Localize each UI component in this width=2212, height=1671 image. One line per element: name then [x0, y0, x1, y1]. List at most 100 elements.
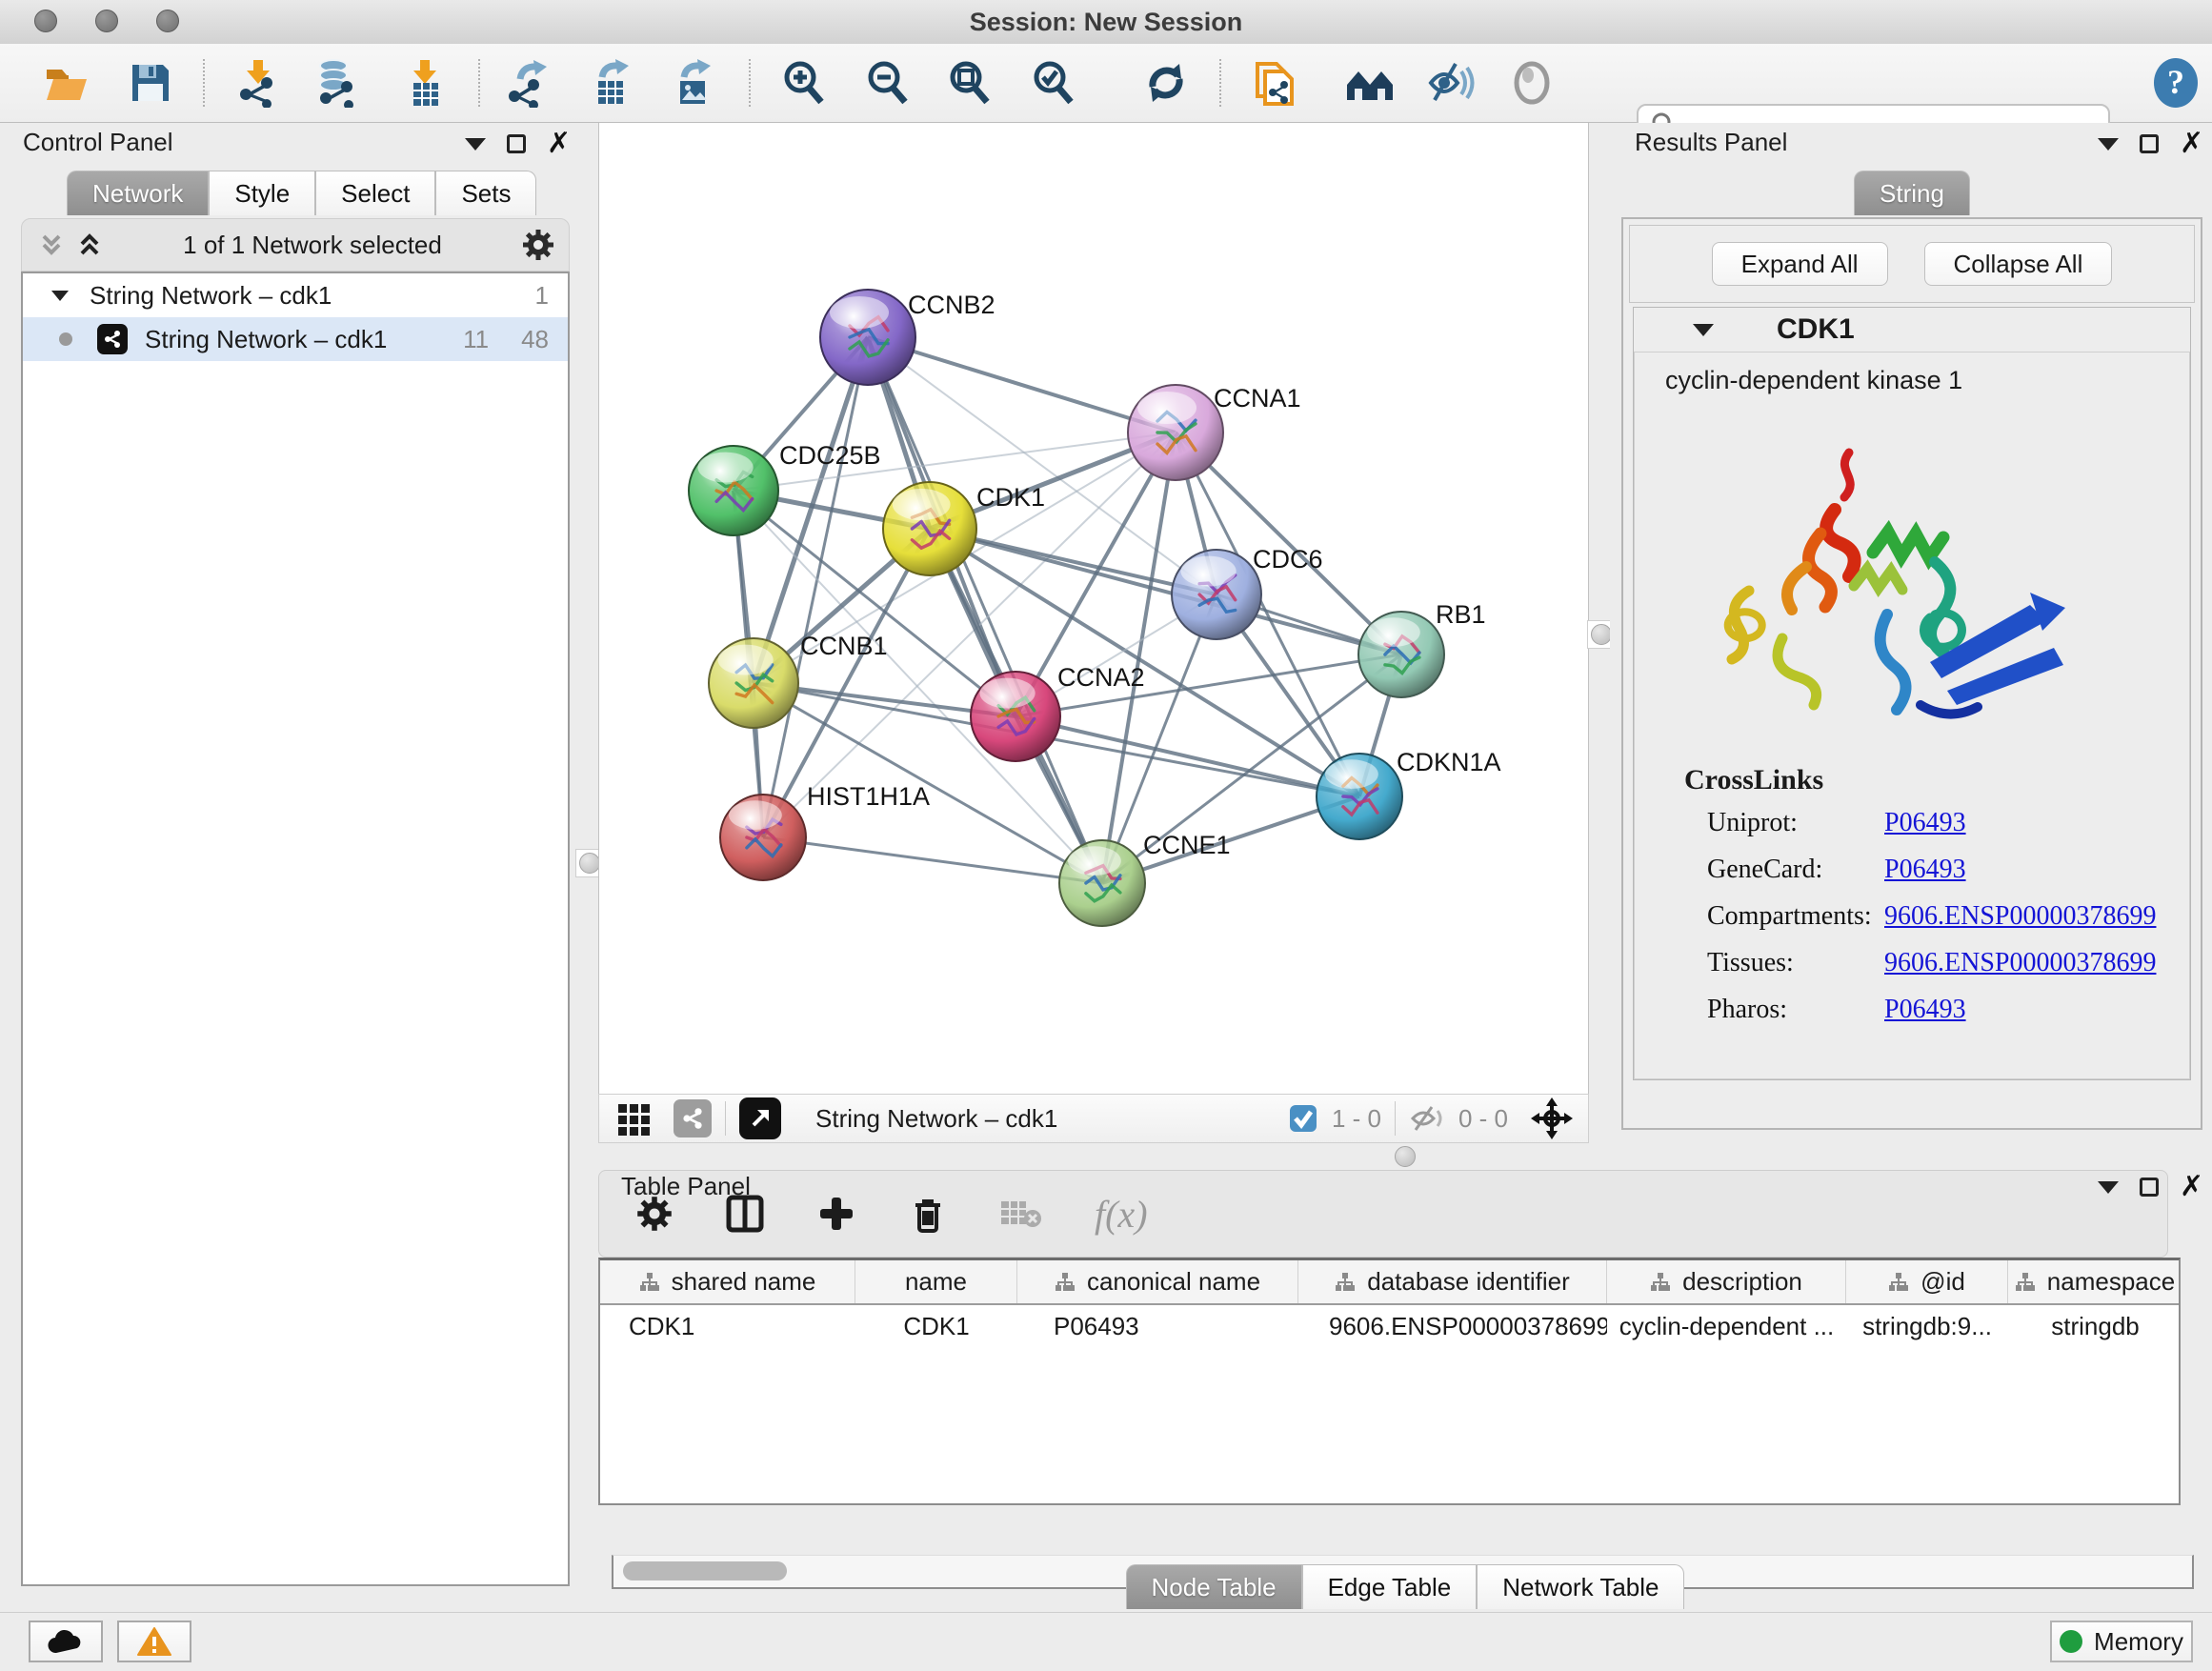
network-node-CDKN1A[interactable]: [1317, 754, 1402, 839]
birds-eye-grid-icon[interactable]: [616, 1100, 653, 1137]
panel-menu-icon[interactable]: [2098, 138, 2119, 151]
zoom-out-icon[interactable]: [861, 56, 915, 110]
network-canvas[interactable]: CCNB2CCNA1CDC25BCDK1CDC6RB1CCNB1CCNA2CDK…: [598, 123, 1589, 1094]
export-image-icon[interactable]: [667, 56, 720, 110]
column-header-name[interactable]: name: [855, 1260, 1017, 1303]
gene-section-header[interactable]: CDK1: [1634, 308, 2190, 352]
crosslink-value-link[interactable]: P06493: [1884, 995, 1966, 1025]
float-panel-icon[interactable]: [507, 134, 526, 153]
network-edge-CDK1-RB1[interactable]: [930, 529, 1401, 654]
selected-checkbox-icon[interactable]: [1288, 1103, 1318, 1134]
table-cell[interactable]: cyclin-dependent ...: [1607, 1312, 1846, 1341]
tab-style[interactable]: Style: [209, 171, 315, 215]
network-edge-HIST1H1A-CCNE1[interactable]: [763, 837, 1102, 883]
crosslink-value-link[interactable]: 9606.ENSP00000378699: [1884, 948, 2156, 978]
tab-select[interactable]: Select: [315, 171, 435, 215]
expand-all-icon[interactable]: [75, 231, 104, 259]
horizontal-splitter-handle[interactable]: [1395, 1146, 1416, 1167]
network-node-CDC6[interactable]: [1172, 550, 1261, 639]
zoom-in-icon[interactable]: [777, 56, 831, 110]
show-hide-icon[interactable]: [1423, 56, 1477, 110]
crosslink-value-link[interactable]: P06493: [1884, 855, 1966, 885]
delete-column-icon[interactable]: [908, 1194, 948, 1234]
close-panel-icon[interactable]: ✗: [547, 134, 571, 153]
close-panel-icon[interactable]: ✗: [2180, 134, 2203, 153]
column-header-namespace[interactable]: namespace: [2008, 1260, 2181, 1303]
create-column-icon[interactable]: [816, 1194, 856, 1234]
crosslink-row: GeneCard:P06493: [1707, 855, 2164, 885]
crosslinks-list: Uniprot:P06493GeneCard:P06493Compartment…: [1707, 808, 2164, 1041]
column-header-@id[interactable]: @id: [1846, 1260, 2008, 1303]
table-cell[interactable]: 9606.ENSP00000378699: [1298, 1312, 1607, 1341]
options-gear-icon[interactable]: [521, 228, 555, 262]
network-node-RB1[interactable]: [1358, 612, 1444, 697]
horizontal-splitter[interactable]: [598, 1143, 2212, 1170]
table-cell[interactable]: P06493: [1017, 1312, 1298, 1341]
open-in-window-icon[interactable]: [739, 1097, 781, 1139]
column-header-description[interactable]: description: [1607, 1260, 1846, 1303]
collapse-all-icon[interactable]: [37, 231, 66, 259]
string-home-icon[interactable]: [1343, 56, 1397, 110]
network-node-CDC25B[interactable]: [689, 446, 778, 535]
close-panel-icon[interactable]: ✗: [2180, 1178, 2203, 1197]
table-cell[interactable]: CDK1: [855, 1312, 1017, 1341]
tree-expander-icon[interactable]: [51, 291, 69, 301]
section-expander-icon[interactable]: [1693, 324, 1714, 336]
refresh-icon[interactable]: [1139, 56, 1193, 110]
network-node-CCNA1[interactable]: [1128, 385, 1223, 480]
table-tabs: Node Table Edge Table Network Table: [598, 1564, 2212, 1609]
help-icon[interactable]: ?: [2149, 56, 2202, 110]
tab-network-table[interactable]: Network Table: [1477, 1564, 1684, 1609]
table-row[interactable]: CDK1CDK1P064939606.ENSP00000378699cyclin…: [600, 1305, 2179, 1347]
network-node-CCNB1[interactable]: [709, 638, 798, 728]
network-node-CCNE1[interactable]: [1059, 840, 1145, 926]
tab-node-table[interactable]: Node Table: [1126, 1564, 1302, 1609]
memory-button[interactable]: Memory: [2050, 1621, 2193, 1662]
column-header-database-identifier[interactable]: database identifier: [1298, 1260, 1607, 1303]
import-table-icon[interactable]: [398, 56, 452, 110]
network-tree-root-row[interactable]: String Network – cdk1 1: [23, 273, 568, 317]
tab-string[interactable]: String: [1854, 171, 1970, 215]
column-header-canonical-name[interactable]: canonical name: [1017, 1260, 1298, 1303]
warnings-button[interactable]: [117, 1621, 191, 1662]
panel-menu-icon[interactable]: [465, 138, 486, 151]
tab-network[interactable]: Network: [67, 171, 209, 215]
table-cell[interactable]: CDK1: [600, 1312, 855, 1341]
network-node-HIST1H1A[interactable]: [720, 795, 806, 880]
expand-all-button[interactable]: Expand All: [1712, 242, 1888, 286]
collapse-all-button[interactable]: Collapse All: [1924, 242, 2113, 286]
crosslink-value-link[interactable]: P06493: [1884, 808, 1966, 838]
hidden-eye-icon[interactable]: [1409, 1103, 1447, 1134]
column-header-shared-name[interactable]: shared name: [600, 1260, 855, 1303]
tab-sets[interactable]: Sets: [435, 171, 536, 215]
table-cell[interactable]: stringdb:9...: [1846, 1312, 2008, 1341]
column-header-label: description: [1682, 1267, 1802, 1297]
node-label-CDC25B: CDC25B: [779, 441, 881, 470]
panel-menu-icon[interactable]: [2098, 1181, 2119, 1194]
network-node-CDK1[interactable]: [883, 482, 976, 575]
export-table-icon[interactable]: [585, 56, 638, 110]
pan-crosshair-icon[interactable]: [1531, 1097, 1573, 1139]
network-node-CCNB2[interactable]: [820, 290, 915, 385]
toolbar-separator: [478, 59, 480, 107]
save-session-icon[interactable]: [124, 56, 177, 110]
open-session-icon[interactable]: [40, 56, 93, 110]
zoom-fit-icon[interactable]: [943, 56, 996, 110]
table-cell[interactable]: stringdb: [2008, 1312, 2181, 1341]
gene-section-content: cyclin-dependent kinase 1: [1634, 352, 2190, 1079]
network-tree-item-row[interactable]: String Network – cdk1 11 48: [23, 317, 568, 361]
import-network-from-database-icon[interactable]: [311, 56, 364, 110]
cloud-status-button[interactable]: [29, 1621, 103, 1662]
import-network-icon[interactable]: [232, 56, 286, 110]
network-share-icon[interactable]: [674, 1099, 712, 1137]
tab-edge-table[interactable]: Edge Table: [1302, 1564, 1478, 1609]
network-edge-CCNA2-CDKN1A[interactable]: [1016, 716, 1359, 796]
export-network-icon[interactable]: [505, 56, 558, 110]
clone-network-icon[interactable]: [1248, 56, 1301, 110]
zoom-selected-icon[interactable]: [1027, 56, 1080, 110]
float-panel-icon[interactable]: [2140, 134, 2159, 153]
grayed-eye-icon[interactable]: [1505, 56, 1558, 110]
network-node-CCNA2[interactable]: [971, 672, 1060, 761]
crosslink-value-link[interactable]: 9606.ENSP00000378699: [1884, 901, 2156, 932]
float-panel-icon[interactable]: [2140, 1178, 2159, 1197]
